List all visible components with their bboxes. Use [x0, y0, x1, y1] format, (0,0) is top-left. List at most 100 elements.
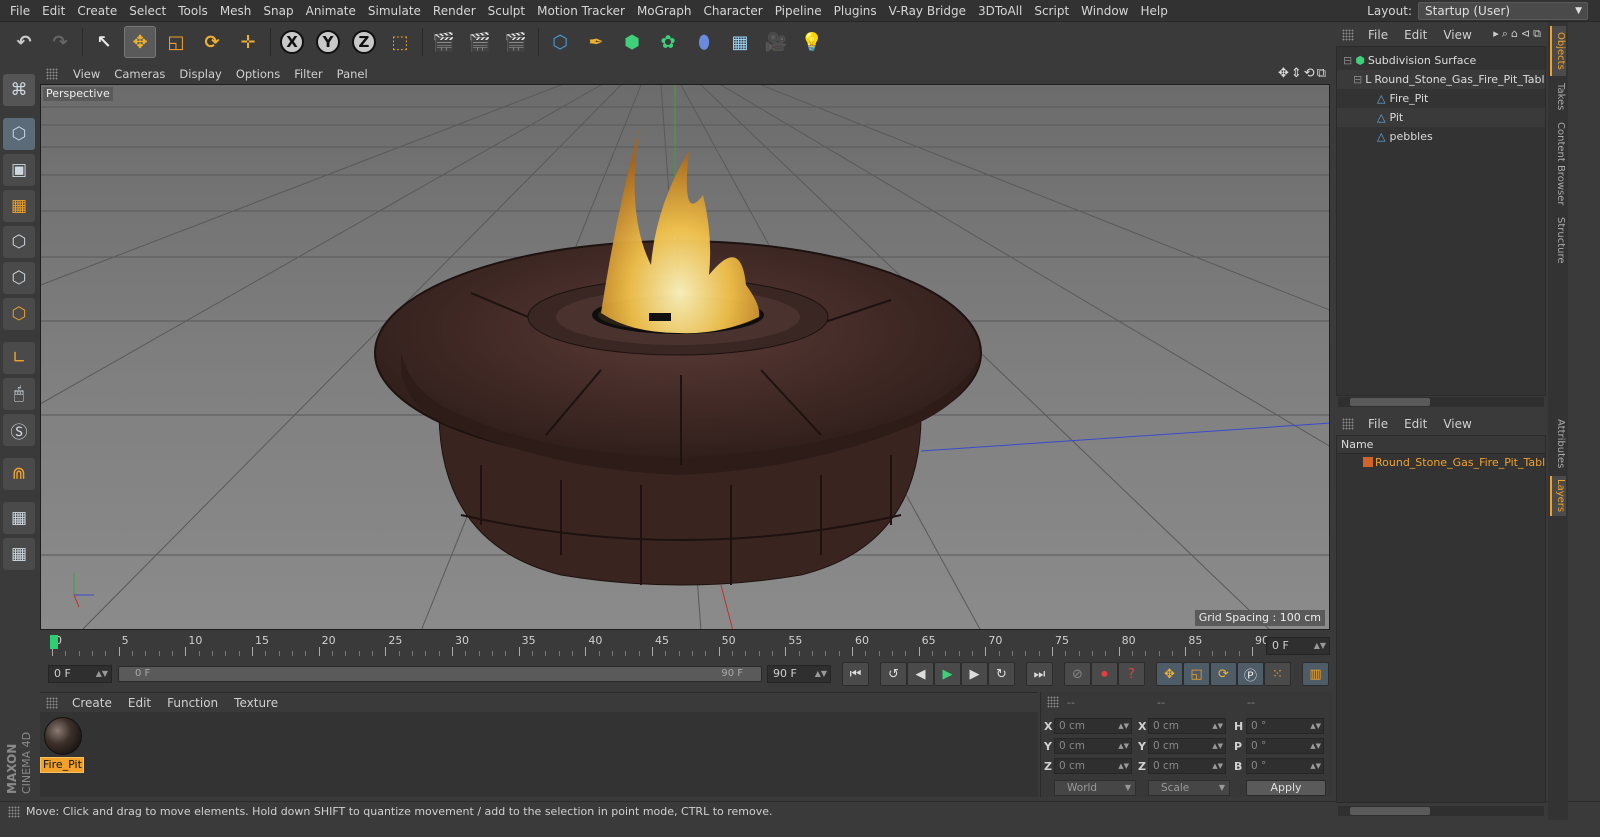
layer-menu-file[interactable]: File [1360, 414, 1396, 434]
scale-tool-button[interactable]: ◱ [160, 26, 192, 58]
new-window-icon[interactable]: ⧉ [1533, 27, 1544, 40]
planar-workplane-button[interactable]: ▦ [3, 538, 35, 570]
add-deformer-button[interactable]: ⬮ [688, 26, 720, 58]
points-mode-button[interactable]: ⬡ [3, 226, 35, 258]
move-tool-button[interactable]: ✥ [124, 26, 156, 58]
menu-character[interactable]: Character [697, 0, 768, 22]
spinner-icon[interactable]: ▲▼ [815, 666, 827, 682]
spinner-icon[interactable]: ▲▼ [1212, 719, 1223, 733]
add-light-button[interactable]: 💡 [796, 26, 828, 58]
autokey-button[interactable]: ⏺ [1091, 662, 1118, 686]
live-selection-button[interactable]: ↖ [88, 26, 120, 58]
menu-sculpt[interactable]: Sculpt [482, 0, 531, 22]
viewport-menu-options[interactable]: Options [229, 64, 287, 84]
next-key-button[interactable]: ↻ [988, 662, 1015, 686]
spinner-icon[interactable]: ▲▼ [1314, 638, 1326, 654]
size-x-field[interactable]: 0 cm ▲▼ [1148, 718, 1226, 734]
scrollbar-thumb[interactable] [1350, 807, 1430, 815]
menu-plugins[interactable]: Plugins [828, 0, 883, 22]
tab-takes[interactable]: Takes [1550, 80, 1566, 114]
tab-structure[interactable]: Structure [1550, 214, 1566, 266]
goto-start-button[interactable]: ⏮ [842, 662, 869, 686]
material-menu-function[interactable]: Function [159, 693, 226, 713]
scrollbar-thumb[interactable] [1350, 398, 1430, 406]
tab-attributes[interactable]: Attributes [1550, 416, 1566, 472]
menu-simulate[interactable]: Simulate [362, 0, 427, 22]
coordinate-mode-select[interactable]: World ▼ [1054, 780, 1136, 796]
add-subdivision-button[interactable]: ⬢ [616, 26, 648, 58]
layer-name-column-header[interactable]: Name [1337, 436, 1545, 454]
position-z-field[interactable]: 0 cm ▲▼ [1054, 758, 1132, 774]
render-picture-viewer-button[interactable]: 🎬 [464, 26, 496, 58]
next-frame-button[interactable]: ▶ [961, 662, 988, 686]
menu-script[interactable]: Script [1028, 0, 1075, 22]
goto-end-button[interactable]: ⏭ [1026, 662, 1053, 686]
pan-icon[interactable]: ✥ [1278, 66, 1291, 81]
menu-help[interactable]: Help [1134, 0, 1173, 22]
y-axis-button[interactable]: Y [312, 26, 344, 58]
spinner-icon[interactable]: ▲▼ [1212, 759, 1223, 773]
object-manager-scrollbar[interactable] [1338, 397, 1544, 407]
menu-tools[interactable]: Tools [172, 0, 214, 22]
workplane-mode-button[interactable]: ▦ [3, 190, 35, 222]
start-frame-field[interactable]: 0 F ▲▼ [48, 665, 112, 683]
record-point-level-button[interactable]: ⁙ [1264, 662, 1291, 686]
panel-grip-icon[interactable] [46, 68, 58, 80]
object-row-pit[interactable]: △ Pit [1337, 108, 1545, 127]
render-settings-button[interactable]: 🎬 [500, 26, 532, 58]
viewport-menu-filter[interactable]: Filter [287, 64, 329, 84]
viewport-camera-label[interactable]: Perspective [43, 87, 113, 101]
tab-objects[interactable]: Objects [1550, 26, 1566, 76]
navigate-icon[interactable]: ⊲ [1521, 27, 1533, 40]
redo-button[interactable]: ↷ [44, 26, 76, 58]
enable-snap-button[interactable]: ⋒ [3, 458, 35, 490]
search-icon[interactable]: ⌕ [1502, 27, 1511, 40]
object-row-subdivision-surface[interactable]: ⊟ ⬢ Subdivision Surface [1337, 51, 1545, 70]
material-menu-create[interactable]: Create [64, 693, 120, 713]
panel-grip-icon[interactable] [1047, 696, 1059, 708]
add-camera-button[interactable]: 🎥 [760, 26, 792, 58]
layer-manager-scrollbar[interactable] [1338, 806, 1544, 816]
layer-menu-edit[interactable]: Edit [1396, 414, 1435, 434]
spinner-icon[interactable]: ▲▼ [96, 666, 108, 682]
menu-3dtoall[interactable]: 3DToAll [972, 0, 1028, 22]
menu-window[interactable]: Window [1075, 0, 1134, 22]
fire-pit-model[interactable] [374, 129, 982, 586]
collapse-icon[interactable]: ⊟ [1353, 73, 1362, 86]
menu-edit[interactable]: Edit [36, 0, 71, 22]
locked-workplane-button[interactable]: ▦ [3, 502, 35, 534]
spinner-icon[interactable]: ▲▼ [1310, 739, 1321, 753]
add-pen-button[interactable]: ✒ [580, 26, 612, 58]
size-mode-select[interactable]: Scale ▼ [1148, 780, 1230, 796]
tweak-mode-button[interactable]: 🖱 [3, 378, 35, 410]
timeline-ruler[interactable]: 0 5 10 15 20 25 30 35 40 45 50 55 60 65 70 75 80 85 90 [40, 632, 1332, 658]
menu-mesh[interactable]: Mesh [214, 0, 258, 22]
layout-select[interactable]: Startup (User) ▼ [1418, 2, 1588, 20]
make-editable-button[interactable]: ⌘ [3, 74, 35, 106]
record-active-objects-button[interactable]: ⊘ [1064, 662, 1091, 686]
material-preview-sphere[interactable] [44, 717, 82, 755]
rotation-h-field[interactable]: 0 ° ▲▼ [1246, 718, 1324, 734]
menu-vray-bridge[interactable]: V-Ray Bridge [883, 0, 972, 22]
object-menu-edit[interactable]: Edit [1396, 25, 1435, 45]
rotate-tool-button[interactable]: ⟳ [196, 26, 228, 58]
position-y-field[interactable]: 0 cm ▲▼ [1054, 738, 1132, 754]
maximize-icon[interactable]: ⧉ [1317, 66, 1328, 81]
material-menu-edit[interactable]: Edit [120, 693, 159, 713]
apply-button[interactable]: Apply [1246, 780, 1326, 796]
panel-grip-icon[interactable] [1342, 418, 1354, 430]
snap-button[interactable]: Ⓢ [3, 414, 35, 446]
spinner-icon[interactable]: ▲▼ [1118, 719, 1129, 733]
material-list[interactable] [40, 712, 1038, 797]
texture-mode-button[interactable]: ▣ [3, 154, 35, 186]
object-row-fire-pit[interactable]: △ Fire_Pit [1337, 89, 1545, 108]
menu-animate[interactable]: Animate [300, 0, 362, 22]
spinner-icon[interactable]: ▲▼ [1118, 759, 1129, 773]
object-menu-file[interactable]: File [1360, 25, 1396, 45]
add-cube-button[interactable]: ⬡ [544, 26, 576, 58]
viewport-menu-panel[interactable]: Panel [330, 64, 375, 84]
position-x-field[interactable]: 0 cm ▲▼ [1054, 718, 1132, 734]
zoom-icon[interactable]: ⇕ [1291, 66, 1304, 81]
viewport-menu-cameras[interactable]: Cameras [107, 64, 172, 84]
menu-file[interactable]: File [4, 0, 36, 22]
